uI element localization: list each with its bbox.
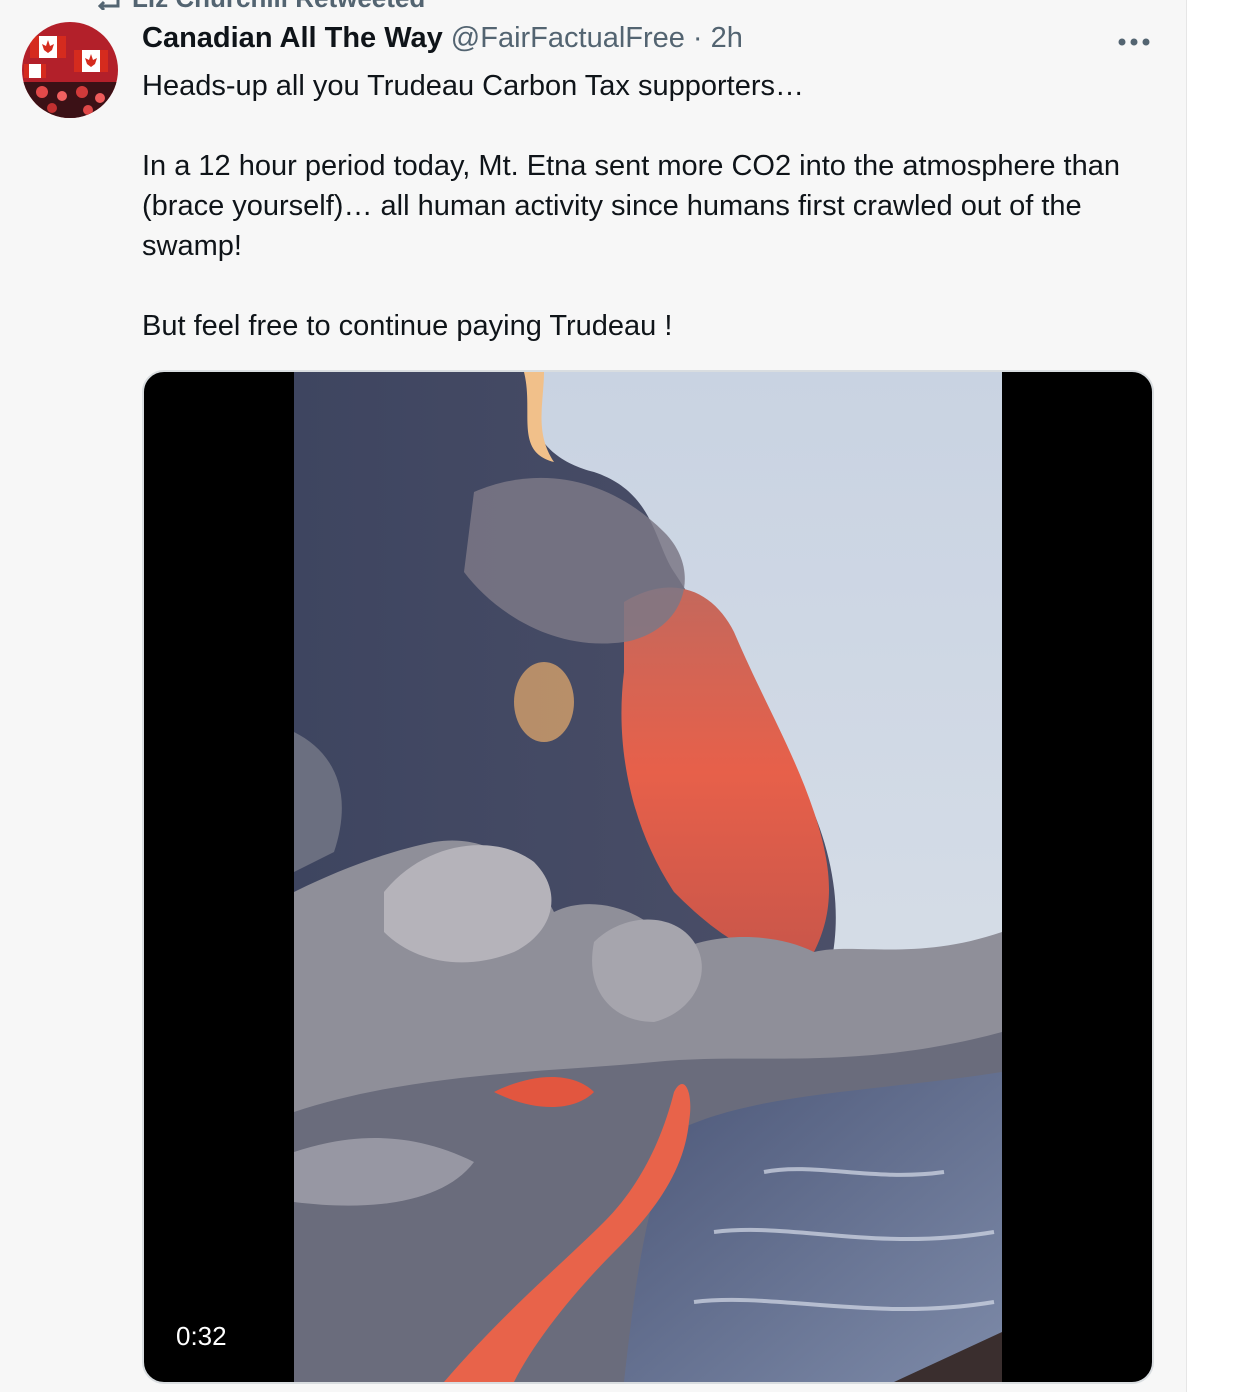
canada-flag-crowd-avatar — [22, 22, 118, 118]
tweet-text: Heads-up all you Trudeau Carbon Tax supp… — [142, 66, 1152, 346]
tweet-header: Canadian All The Way @FairFactualFree · … — [142, 22, 743, 62]
video-player[interactable]: 0:32 — [142, 370, 1154, 1384]
timeline-feed: Liz Churchill Retweeted Canadian All Th — [0, 0, 1187, 1392]
retweet-icon — [86, 0, 122, 12]
retweet-context[interactable]: Liz Churchill Retweeted — [86, 0, 425, 14]
more-options-icon — [1118, 38, 1150, 46]
tweet-text-line-3: But feel free to continue paying Trudeau… — [142, 310, 673, 342]
more-options-button[interactable] — [1112, 24, 1156, 60]
author-display-name[interactable]: Canadian All The Way — [142, 22, 443, 55]
header-separator: · — [692, 22, 703, 54]
retweet-label: Liz Churchill Retweeted — [132, 0, 425, 14]
tweet-timestamp[interactable]: 2h — [711, 22, 743, 55]
right-sidebar — [1187, 0, 1234, 1392]
tweet-text-line-1: Heads-up all you Trudeau Carbon Tax supp… — [142, 70, 805, 102]
author-handle[interactable]: @FairFactualFree — [451, 22, 685, 55]
volcano-eruption-video-frame — [294, 372, 1002, 1382]
tweet-text-line-2: In a 12 hour period today, Mt. Etna sent… — [142, 150, 1120, 262]
video-duration: 0:32 — [166, 1315, 237, 1358]
avatar[interactable] — [22, 22, 118, 118]
